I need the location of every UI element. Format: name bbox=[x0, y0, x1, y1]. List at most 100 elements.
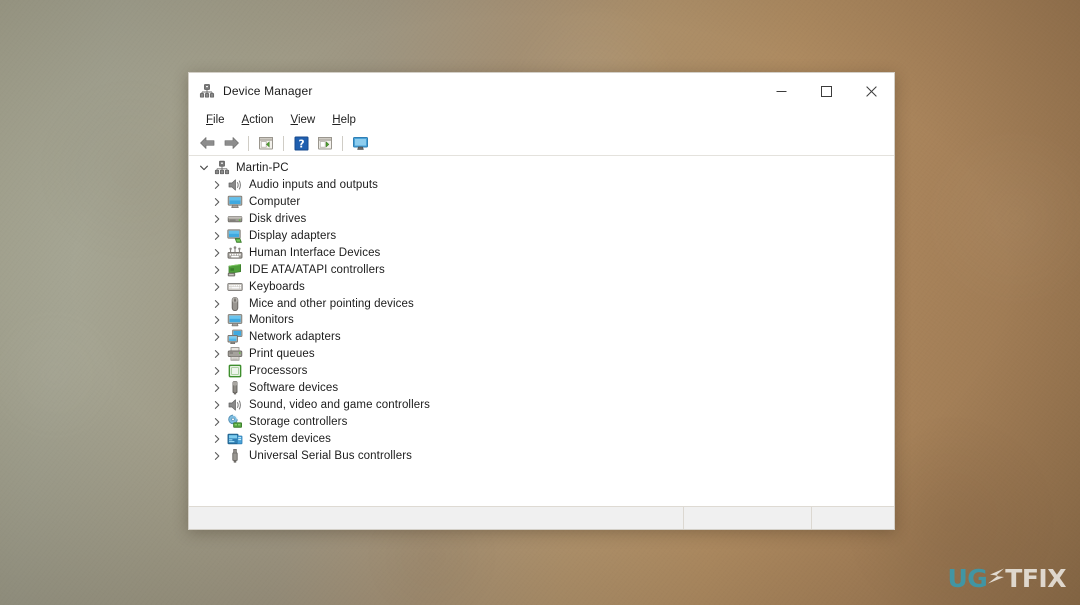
chevron-right-icon[interactable] bbox=[210, 195, 224, 209]
tree-row-system-devices[interactable]: System devices bbox=[189, 430, 894, 447]
menu-file-label: ile bbox=[213, 114, 225, 126]
menu-action[interactable]: Action bbox=[234, 112, 283, 128]
chevron-down-icon[interactable] bbox=[197, 161, 211, 175]
lightning-bolt-icon bbox=[986, 564, 1006, 593]
tree-row-keyboards[interactable]: Keyboards bbox=[189, 278, 894, 295]
menu-help-accesskey: H bbox=[332, 114, 341, 126]
chevron-right-icon[interactable] bbox=[210, 364, 224, 378]
chevron-right-icon[interactable] bbox=[210, 297, 224, 311]
tree-item-label: Universal Serial Bus controllers bbox=[249, 449, 412, 462]
chevron-right-icon[interactable] bbox=[210, 280, 224, 294]
tree-row-processors[interactable]: Processors bbox=[189, 363, 894, 380]
tree-item-label: Storage controllers bbox=[249, 415, 348, 428]
tree-row-ide-ata-atapi-controllers[interactable]: IDE ATA/ATAPI controllers bbox=[189, 261, 894, 278]
maximize-button[interactable] bbox=[804, 73, 849, 109]
chevron-right-icon[interactable] bbox=[210, 347, 224, 361]
tree-item-label: Keyboards bbox=[249, 280, 305, 293]
help-button[interactable]: ? bbox=[290, 133, 312, 153]
network-adapter-icon bbox=[227, 329, 243, 345]
monitor-icon bbox=[227, 312, 243, 328]
tree-item-label: Computer bbox=[249, 196, 301, 209]
processor-icon bbox=[227, 363, 243, 379]
menubar: File Action View Help bbox=[189, 109, 894, 131]
display-adapter-icon bbox=[227, 228, 243, 244]
tree-item-label: Network adapters bbox=[249, 331, 341, 344]
menu-help[interactable]: Help bbox=[324, 112, 365, 128]
tree-item-label: Software devices bbox=[249, 382, 339, 395]
status-message bbox=[189, 507, 683, 529]
tree-row-disk-drives[interactable]: Disk drives bbox=[189, 211, 894, 228]
tree-row-sound-video-and-game-controllers[interactable]: Sound, video and game controllers bbox=[189, 396, 894, 413]
system-device-icon bbox=[227, 431, 243, 447]
tree-row-display-adapters[interactable]: Display adapters bbox=[189, 228, 894, 245]
tree-item-label: Print queues bbox=[249, 348, 315, 361]
chevron-right-icon[interactable] bbox=[210, 178, 224, 192]
device-tree[interactable]: Martin-PC Audio inputs and outputs Compu… bbox=[189, 156, 894, 506]
tree-root-label: Martin-PC bbox=[236, 162, 289, 175]
tree-row-storage-controllers[interactable]: Storage controllers bbox=[189, 413, 894, 430]
back-arrow-icon bbox=[199, 137, 214, 149]
minimize-icon bbox=[776, 90, 787, 92]
chevron-right-icon[interactable] bbox=[210, 432, 224, 446]
tree-row-root[interactable]: Martin-PC bbox=[189, 160, 894, 177]
watermark-text-primary: UG bbox=[947, 564, 988, 593]
tree-row-mice-and-other-pointing-devices[interactable]: Mice and other pointing devices bbox=[189, 295, 894, 312]
chevron-right-icon[interactable] bbox=[210, 212, 224, 226]
usb-controller-icon bbox=[227, 448, 243, 464]
menu-action-label: ction bbox=[249, 114, 274, 126]
update-driver-button[interactable] bbox=[314, 133, 336, 153]
tree-item-label: IDE ATA/ATAPI controllers bbox=[249, 263, 385, 276]
tree-item-label: Human Interface Devices bbox=[249, 246, 381, 259]
toolbar-separator-3 bbox=[342, 135, 343, 151]
menu-view-label: iew bbox=[297, 114, 316, 126]
maximize-icon bbox=[821, 85, 832, 97]
tree-row-computer[interactable]: Computer bbox=[189, 194, 894, 211]
speaker-icon bbox=[227, 177, 243, 193]
tree-row-print-queues[interactable]: Print queues bbox=[189, 346, 894, 363]
properties-button[interactable] bbox=[255, 133, 277, 153]
chevron-right-icon[interactable] bbox=[210, 263, 224, 277]
tree-row-software-devices[interactable]: Software devices bbox=[189, 380, 894, 397]
toolbar: ? bbox=[189, 131, 894, 156]
window-controls bbox=[759, 73, 894, 109]
software-device-icon bbox=[227, 380, 243, 396]
titlebar[interactable]: Device Manager bbox=[189, 73, 894, 109]
window-title: Device Manager bbox=[223, 84, 313, 98]
back-button[interactable] bbox=[196, 133, 218, 153]
tree-item-label: Mice and other pointing devices bbox=[249, 297, 414, 310]
disk-drive-icon bbox=[227, 211, 243, 227]
forward-button[interactable] bbox=[220, 133, 242, 153]
toolbar-separator-2 bbox=[283, 135, 284, 151]
ugetfix-watermark: UG TFIX bbox=[947, 564, 1066, 593]
chevron-right-icon[interactable] bbox=[210, 246, 224, 260]
tree-row-audio-inputs-and-outputs[interactable]: Audio inputs and outputs bbox=[189, 177, 894, 194]
scan-hardware-changes-button[interactable] bbox=[349, 133, 371, 153]
menu-file[interactable]: File bbox=[198, 112, 234, 128]
chevron-right-icon[interactable] bbox=[210, 398, 224, 412]
minimize-button[interactable] bbox=[759, 73, 804, 109]
tree-item-label: Processors bbox=[249, 365, 308, 378]
statusbar bbox=[189, 506, 894, 529]
chevron-right-icon[interactable] bbox=[210, 381, 224, 395]
device-manager-icon bbox=[199, 83, 215, 99]
tree-item-label: Audio inputs and outputs bbox=[249, 179, 378, 192]
tree-row-human-interface-devices[interactable]: Human Interface Devices bbox=[189, 244, 894, 261]
chevron-right-icon[interactable] bbox=[210, 330, 224, 344]
menu-file-accesskey: F bbox=[206, 114, 214, 126]
chevron-right-icon[interactable] bbox=[210, 415, 224, 429]
chevron-right-icon[interactable] bbox=[210, 313, 224, 327]
watermark-text-secondary: TFIX bbox=[1005, 564, 1066, 593]
tree-row-monitors[interactable]: Monitors bbox=[189, 312, 894, 329]
toolbar-separator-1 bbox=[248, 135, 249, 151]
chevron-right-icon[interactable] bbox=[210, 229, 224, 243]
printer-icon bbox=[227, 346, 243, 362]
menu-view-accesskey: V bbox=[290, 114, 298, 126]
close-button[interactable] bbox=[849, 73, 894, 109]
menu-view[interactable]: View bbox=[283, 112, 325, 128]
chevron-right-icon[interactable] bbox=[210, 449, 224, 463]
tree-row-network-adapters[interactable]: Network adapters bbox=[189, 329, 894, 346]
status-cell-secondary bbox=[683, 507, 811, 529]
monitor-scan-icon bbox=[352, 136, 368, 150]
svg-text:?: ? bbox=[298, 138, 304, 150]
tree-row-universal-serial-bus-controllers[interactable]: Universal Serial Bus controllers bbox=[189, 447, 894, 464]
